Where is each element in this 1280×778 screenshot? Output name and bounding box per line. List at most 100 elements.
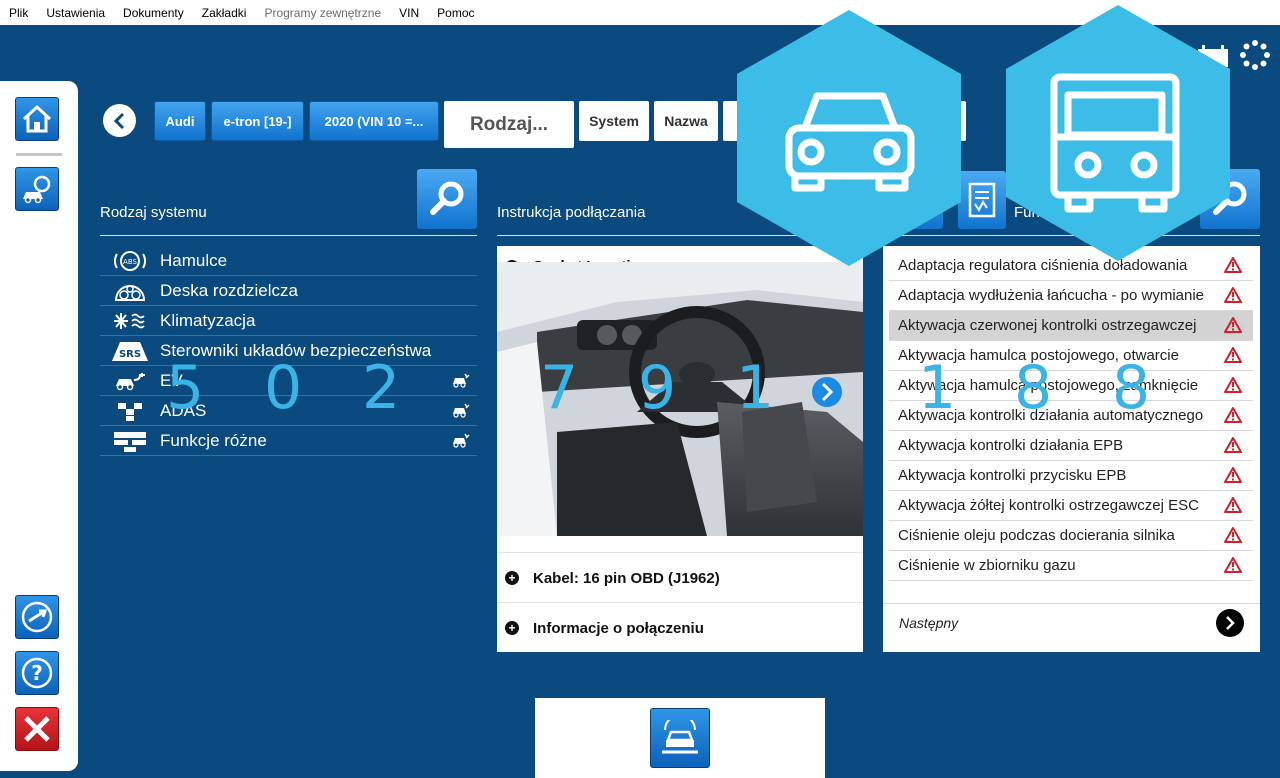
system-item-label: Funkcje różne bbox=[160, 430, 267, 450]
menu-item-plik[interactable]: Plik bbox=[0, 6, 37, 20]
toolbar-separator bbox=[16, 153, 62, 156]
overlay-digit: 1 bbox=[736, 353, 775, 423]
system-item-label: Deska rozdzielcza bbox=[160, 280, 298, 300]
svg-text:SRS: SRS bbox=[119, 349, 141, 360]
help-button[interactable]: ? bbox=[15, 651, 59, 695]
overlay-digit: 8 bbox=[1112, 353, 1151, 423]
car-gear-icon bbox=[23, 175, 51, 204]
function-item[interactable]: Aktywacja czerwonej kontrolki ostrzegawc… bbox=[889, 311, 1253, 341]
system-item-climate[interactable]: Klimatyzacja bbox=[100, 306, 477, 336]
car-service-icon[interactable] bbox=[451, 372, 471, 393]
document-chart-icon bbox=[968, 182, 996, 218]
climate-icon bbox=[100, 310, 160, 332]
overlay-digit: 2 bbox=[362, 353, 401, 423]
back-button[interactable] bbox=[103, 104, 136, 137]
dashboard-icon bbox=[100, 280, 160, 302]
function-item[interactable]: Ciśnienie oleju podczas docierania silni… bbox=[889, 521, 1253, 551]
function-item[interactable]: Adaptacja wydłużenia łańcucha - po wymia… bbox=[889, 281, 1253, 311]
warning-icon bbox=[1224, 317, 1242, 337]
function-item-label: Aktywacja czerwonej kontrolki ostrzegawc… bbox=[898, 317, 1197, 334]
function-item[interactable]: Ciśnienie w zbiorniku gazu bbox=[889, 551, 1253, 581]
system-type-title: Rodzaj systemu bbox=[100, 204, 207, 221]
warning-icon bbox=[1224, 437, 1242, 457]
warning-icon bbox=[1224, 467, 1242, 487]
srs-icon: SRS bbox=[100, 339, 160, 363]
car-service-icon[interactable] bbox=[451, 432, 471, 453]
function-item-label: Adaptacja wydłużenia łańcucha - po wymia… bbox=[898, 287, 1205, 304]
cable-row[interactable]: + Kabel: 16 pin OBD (J1962) bbox=[497, 552, 863, 603]
loading-spinner-icon bbox=[1240, 40, 1270, 70]
menu-item-vin[interactable]: VIN bbox=[390, 6, 428, 20]
overlay-digit: 5 bbox=[166, 353, 205, 423]
function-item[interactable]: Aktywacja kontrolki przycisku EPB bbox=[889, 461, 1253, 491]
system-item-label: Hamulce bbox=[160, 250, 228, 270]
menu-item-programy-zewnętrzne: Programy zewnętrzne bbox=[264, 5, 382, 20]
cable-label: Kabel: 16 pin OBD (J1962) bbox=[533, 569, 720, 587]
system-item-misc-functions[interactable]: Funkcje różne bbox=[100, 426, 477, 456]
menu-item-dokumenty[interactable]: Dokumenty bbox=[114, 6, 193, 20]
search-icon bbox=[430, 181, 464, 215]
svg-text:ABS: ABS bbox=[123, 258, 137, 266]
connection-instructions-title: Instrukcja podłączania bbox=[497, 204, 646, 221]
system-item-dashboard[interactable]: Deska rozdzielcza bbox=[100, 276, 477, 306]
warning-icon bbox=[1224, 497, 1242, 517]
filter-system-button[interactable]: System bbox=[579, 101, 649, 141]
home-icon bbox=[22, 104, 52, 133]
bus-hexagon-badge bbox=[1006, 5, 1230, 261]
help-icon: ? bbox=[21, 657, 53, 689]
car-hexagon-badge bbox=[737, 10, 961, 266]
svg-text:?: ? bbox=[31, 661, 43, 685]
function-item-label: Aktywacja żółtej kontrolki ostrzegawczej… bbox=[898, 497, 1199, 514]
vehicle-lift-button[interactable] bbox=[650, 708, 710, 768]
menu-item-zakładki[interactable]: Zakładki bbox=[193, 6, 256, 20]
overlay-digit: 9 bbox=[638, 353, 677, 423]
breadcrumb-brand[interactable]: Audi bbox=[154, 101, 206, 141]
overlay-digit: 8 bbox=[1014, 353, 1053, 423]
connection-info-label: Informacje o połączeniu bbox=[533, 619, 704, 637]
chevron-left-icon bbox=[113, 112, 124, 129]
breadcrumb-current: Rodzaj... bbox=[444, 101, 574, 148]
overlay-digit: 0 bbox=[264, 353, 303, 423]
function-item[interactable]: Aktywacja żółtej kontrolki ostrzegawczej… bbox=[889, 491, 1253, 521]
system-item-label: Klimatyzacja bbox=[160, 310, 256, 330]
connection-info-row[interactable]: + Informacje o połączeniu bbox=[497, 602, 863, 653]
expand-icon: + bbox=[505, 571, 519, 585]
ev-icon bbox=[100, 370, 160, 392]
breadcrumb-model[interactable]: e-tron [19-] bbox=[211, 101, 304, 141]
function-item-label: Aktywacja kontrolki przycisku EPB bbox=[898, 467, 1127, 484]
divider bbox=[100, 235, 477, 236]
function-item-label: Ciśnienie oleju podczas docierania silni… bbox=[898, 527, 1175, 544]
misc-functions-icon bbox=[100, 430, 160, 452]
filter-name-button[interactable]: Nazwa bbox=[654, 101, 718, 141]
breadcrumb-year[interactable]: 2020 (VIN 10 =... bbox=[309, 101, 439, 141]
adas-icon bbox=[100, 400, 160, 422]
next-label: Następny bbox=[899, 615, 959, 631]
document-button[interactable] bbox=[958, 171, 1006, 229]
search-systems-button[interactable] bbox=[417, 169, 477, 229]
chevron-right-icon bbox=[1226, 616, 1235, 630]
warning-icon bbox=[1224, 557, 1242, 577]
menu-item-ustawienia[interactable]: Ustawienia bbox=[37, 6, 114, 20]
car-lift-icon bbox=[662, 720, 698, 754]
close-icon bbox=[24, 716, 50, 742]
close-button[interactable] bbox=[15, 707, 59, 751]
abs-icon: ABS bbox=[100, 250, 160, 272]
overlay-digit: 7 bbox=[540, 353, 579, 423]
functions-panel: Adaptacja regulatora ciśnienia doładowan… bbox=[883, 246, 1260, 652]
connection-panel: − Socket Location + Kabel: 16 pin OB bbox=[497, 246, 863, 652]
plane-icon bbox=[21, 601, 53, 633]
expand-icon: + bbox=[505, 621, 519, 635]
function-item[interactable]: Aktywacja kontrolki działania EPB bbox=[889, 431, 1253, 461]
menu-item-pomoc[interactable]: Pomoc bbox=[428, 6, 483, 20]
app-area: ? Audi e-tron [19-] 2020 (VIN 10 =... Ro… bbox=[0, 5, 1280, 778]
vehicle-service-button[interactable] bbox=[15, 167, 59, 211]
function-item-label: Aktywacja kontrolki działania EPB bbox=[898, 437, 1124, 454]
remote-support-button[interactable] bbox=[15, 595, 59, 639]
next-button[interactable] bbox=[1216, 609, 1244, 637]
warning-icon bbox=[1224, 377, 1242, 397]
car-service-icon[interactable] bbox=[451, 402, 471, 423]
warning-icon bbox=[1224, 347, 1242, 367]
overlay-digit: 1 bbox=[918, 353, 957, 423]
home-button[interactable] bbox=[15, 97, 59, 141]
system-item-abs[interactable]: ABS Hamulce bbox=[100, 246, 477, 276]
